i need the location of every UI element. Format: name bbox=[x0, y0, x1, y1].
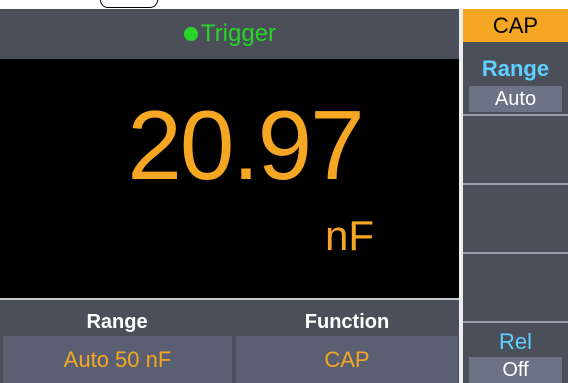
trigger-status-label: Trigger bbox=[200, 20, 277, 47]
footer-range-value[interactable]: Auto 50 nF bbox=[3, 336, 232, 383]
softkey-rel-value: Off bbox=[469, 357, 562, 383]
trigger-indicator-icon bbox=[183, 27, 198, 41]
softkey-rel-title: Rel bbox=[498, 329, 532, 354]
measurement-unit: nF bbox=[325, 212, 375, 259]
footer-label-row: Range Function bbox=[0, 300, 460, 336]
trigger-status-bar: Trigger bbox=[0, 9, 460, 59]
softkey-2[interactable] bbox=[463, 116, 568, 185]
footer-function-label: Function bbox=[304, 311, 390, 333]
measurement-value: 20.97 bbox=[127, 90, 364, 200]
softkey-rel[interactable]: Rel Off bbox=[463, 323, 568, 383]
softkey-range-value: Auto bbox=[469, 86, 562, 112]
softkey-4[interactable] bbox=[463, 254, 568, 323]
front-panel-knob-outline bbox=[100, 0, 158, 8]
softkey-range[interactable]: Range Auto bbox=[463, 42, 568, 116]
top-strip bbox=[0, 0, 568, 9]
footer-function-value[interactable]: CAP bbox=[236, 336, 458, 383]
footer-range-label: Range bbox=[86, 311, 148, 333]
softkey-3[interactable] bbox=[463, 185, 568, 254]
footer-value-row: Auto 50 nF CAP bbox=[0, 336, 460, 383]
softkey-range-title: Range bbox=[481, 56, 550, 81]
mode-tab-cap[interactable]: CAP bbox=[463, 9, 568, 42]
